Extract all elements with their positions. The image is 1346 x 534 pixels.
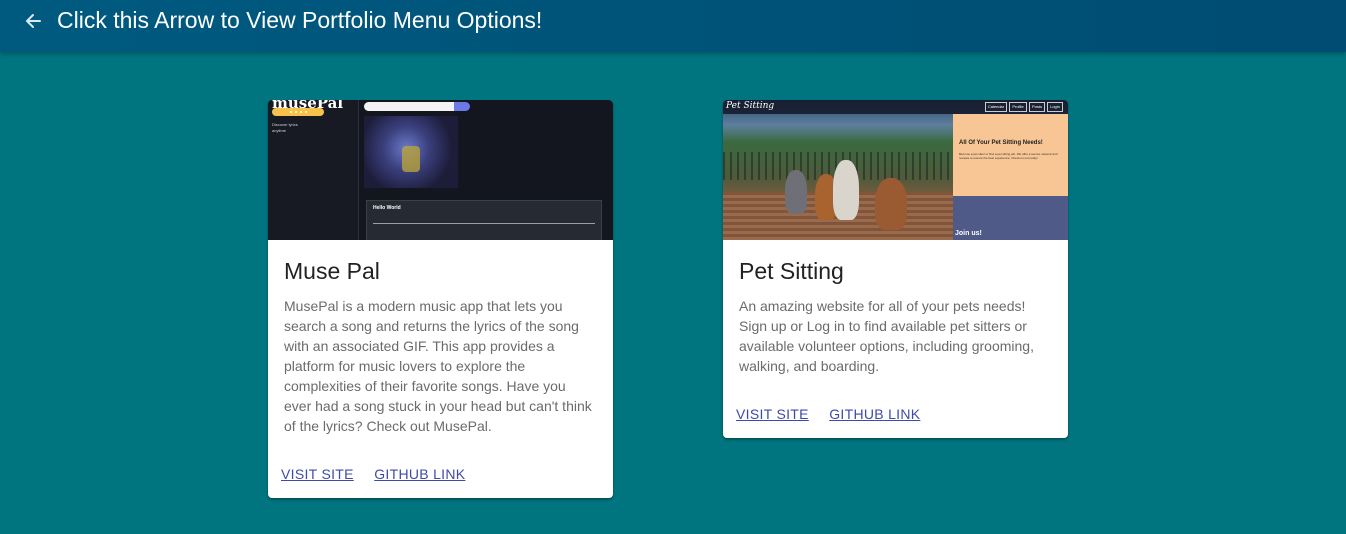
card-description: MusePal is a modern music app that lets … [284,298,592,434]
preview-logo: Pet Sitting [726,101,775,111]
preview-nav-item: Posts [1029,102,1045,112]
card-actions: VISIT SITE GITHUB LINK [736,406,936,424]
preview-side-text: anytime [272,128,287,133]
preview-join-text: Join us! [955,230,982,237]
github-link[interactable]: GITHUB LINK [374,466,465,482]
card-actions: VISIT SITE GITHUB LINK [281,466,481,484]
card-title: Pet Sitting [739,258,844,284]
app-bar: Click this Arrow to View Portfolio Menu … [0,0,1346,52]
preview-nav-item: Login [1047,102,1063,112]
preview-nav-item: Profile [1009,102,1027,112]
github-link[interactable]: GITHUB LINK [829,406,920,422]
pet-sitting-preview-image: Pet Sitting Calendar Profile Posts Login… [723,100,1068,240]
preview-panel-heading: All Of Your Pet Sitting Needs! [959,140,1043,146]
project-card-muse-pal: musePal Discover lyrics anytime Hello Wo… [268,100,613,498]
project-card-pet-sitting: Pet Sitting Calendar Profile Posts Login… [723,100,1068,438]
preview-panel-title: Hello World [373,205,401,211]
preview-side-text: Discover lyrics [272,122,298,127]
preview-panel-text: Become a pet sitter or find a pet sittin… [959,152,1058,160]
card-description: An amazing website for all of your pets … [739,298,1034,374]
back-arrow-button[interactable] [20,8,46,34]
muse-pal-preview-image: musePal Discover lyrics anytime Hello Wo… [268,100,613,240]
card-title: Muse Pal [284,258,380,284]
visit-site-link[interactable]: VISIT SITE [281,466,354,482]
preview-nav-item: Calendar [985,102,1007,112]
page-title: Click this Arrow to View Portfolio Menu … [57,7,543,33]
visit-site-link[interactable]: VISIT SITE [736,406,809,422]
arrow-left-icon [26,14,41,28]
